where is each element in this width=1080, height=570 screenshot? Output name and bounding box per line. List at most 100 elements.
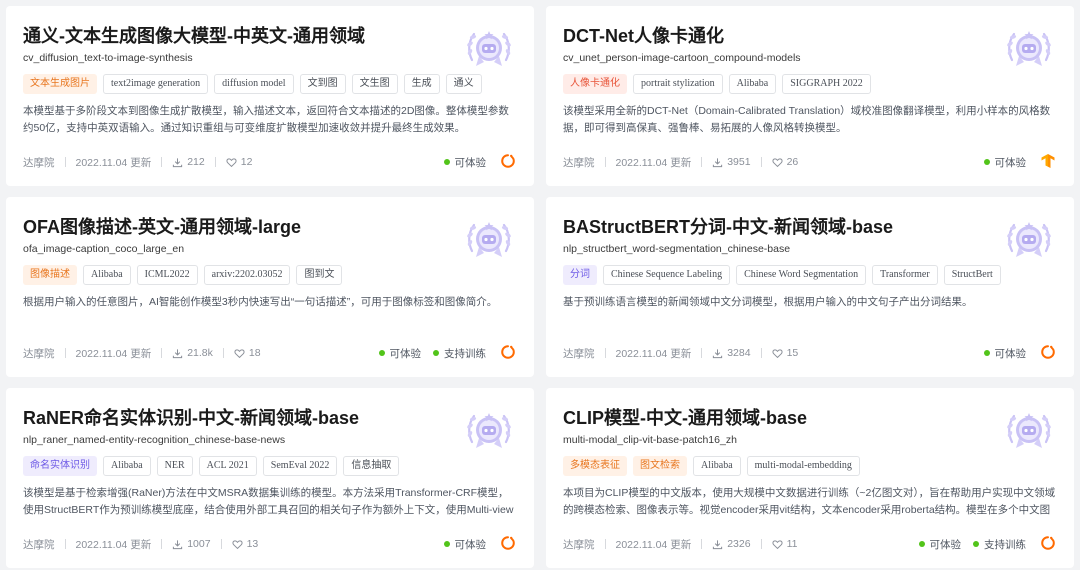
category-tag[interactable]: 命名实体识别 bbox=[23, 456, 97, 476]
tag[interactable]: NER bbox=[156, 456, 193, 476]
tag[interactable]: Alibaba bbox=[728, 74, 777, 94]
status-list: 可体验 bbox=[972, 346, 1027, 361]
tag[interactable]: 文到图 bbox=[299, 74, 346, 94]
model-card[interactable]: BAStructBERT分词-中文-新闻领域-base nlp_structbe… bbox=[546, 197, 1074, 377]
model-card[interactable]: RaNER命名实体识别-中文-新闻领域-base nlp_raner_named… bbox=[6, 388, 534, 568]
tag[interactable]: 图到文 bbox=[296, 265, 343, 285]
provider bbox=[486, 535, 516, 554]
model-description: 该模型采用全新的DCT-Net（Domain-Calibrated Transl… bbox=[563, 105, 1051, 134]
tag[interactable]: 生成 bbox=[403, 74, 440, 94]
tag[interactable]: portrait stylization bbox=[633, 74, 723, 94]
heart-icon bbox=[226, 157, 237, 167]
tag[interactable]: SIGGRAPH 2022 bbox=[782, 74, 871, 94]
status-label: 可体验 bbox=[994, 156, 1027, 169]
model-title[interactable]: CLIP模型-中文-通用领域-base bbox=[563, 406, 983, 430]
divider bbox=[760, 539, 762, 549]
model-card[interactable]: DCT-Net人像卡通化 cv_unet_person-image-cartoo… bbox=[546, 6, 1074, 186]
download-icon bbox=[173, 539, 183, 549]
tag[interactable]: 信息抽取 bbox=[343, 456, 400, 476]
model-title[interactable]: DCT-Net人像卡通化 bbox=[563, 24, 983, 48]
tag[interactable]: StructBert bbox=[943, 265, 1001, 285]
download-count: 212 bbox=[172, 156, 205, 168]
like-count[interactable]: 26 bbox=[771, 156, 798, 168]
download-count: 2326 bbox=[712, 538, 751, 550]
model-title[interactable]: OFA图像描述-英文-通用领域-large bbox=[23, 215, 443, 239]
model-card[interactable]: 通义-文本生成图像大模型-中英文-通用领域 cv_diffusion_text-… bbox=[6, 6, 534, 186]
category-tag[interactable]: 多模态表征 bbox=[563, 456, 627, 476]
tag-list: 图像描述 Alibaba ICML2022 arxiv:2202.03052 图到文 bbox=[23, 265, 516, 285]
tag[interactable]: multi-modal-embedding bbox=[746, 456, 860, 476]
model-description: 本项目为CLIP模型的中文版本，使用大规模中文数据进行训练（~2亿图文对），旨在… bbox=[563, 487, 1056, 516]
tag[interactable]: diffusion model bbox=[214, 74, 294, 94]
model-title[interactable]: RaNER命名实体识别-中文-新闻领域-base bbox=[23, 406, 443, 430]
status-list: 可体验 支持训练 bbox=[367, 346, 486, 361]
status-indicator: 可体验 bbox=[918, 537, 961, 552]
like-count[interactable]: 11 bbox=[771, 538, 797, 550]
model-card[interactable]: OFA图像描述-英文-通用领域-large ofa_image-caption_… bbox=[6, 197, 534, 377]
model-description: 基于预训练语言模型的新闻领域中文分词模型，根据用户输入的中文句子产出分词结果。 bbox=[563, 296, 973, 308]
tag[interactable]: arxiv:2202.03052 bbox=[203, 265, 291, 285]
tag[interactable]: 文生图 bbox=[351, 74, 398, 94]
tag[interactable]: Chinese Sequence Labeling bbox=[603, 265, 731, 285]
provider bbox=[1026, 153, 1056, 172]
status-dot bbox=[378, 350, 385, 356]
category-tag[interactable]: 人像卡通化 bbox=[563, 74, 627, 94]
tag[interactable]: Alibaba bbox=[693, 456, 741, 476]
tag-list: 命名实体识别 Alibaba NER ACL 2021 SemEval 2022 信息抽取 bbox=[23, 456, 516, 476]
category-tag[interactable]: 图像描述 bbox=[23, 265, 77, 285]
status-dot bbox=[443, 159, 450, 165]
tag[interactable]: Chinese Word Segmentation bbox=[736, 265, 867, 285]
model-description: 该模型是基于检索增强(RaNer)方法在中文MSRA数据集训练的模型。本方法采用… bbox=[23, 487, 514, 516]
divider bbox=[701, 539, 703, 549]
heart-icon bbox=[771, 348, 783, 358]
tag[interactable]: ICML2022 bbox=[136, 265, 198, 285]
model-id: nlp_structbert_word-segmentation_chinese… bbox=[563, 243, 791, 255]
updated-date: 2022.11.04 更新 bbox=[615, 538, 692, 551]
download-count: 1007 bbox=[172, 538, 211, 550]
status-list: 可体验 bbox=[432, 155, 486, 170]
download-icon bbox=[713, 348, 723, 358]
divider bbox=[214, 157, 216, 167]
model-title[interactable]: BAStructBERT分词-中文-新闻领域-base bbox=[563, 215, 983, 239]
tag[interactable]: ACL 2021 bbox=[198, 456, 257, 476]
org-label: 达摩院 bbox=[563, 156, 595, 169]
tag[interactable]: Alibaba bbox=[83, 265, 131, 285]
card-footer: 达摩院 2022.11.04 更新 212 12 可体验 bbox=[23, 153, 516, 170]
divider bbox=[604, 157, 606, 167]
model-id: cv_diffusion_text-to-image-synthesis bbox=[23, 52, 193, 64]
status-label: 可体验 bbox=[454, 538, 487, 551]
model-title[interactable]: 通义-文本生成图像大模型-中英文-通用领域 bbox=[23, 24, 443, 48]
model-description: 根据用户输入的任意图片，AI智能创作模型3秒内快速写出“一句话描述”，可用于图像… bbox=[23, 296, 498, 308]
tag[interactable]: text2image generation bbox=[103, 74, 209, 94]
card-footer: 达摩院 2022.11.04 更新 2326 11 可体验 支持训练 bbox=[563, 535, 1056, 552]
category-tag[interactable]: 图文检索 bbox=[633, 456, 687, 476]
heart-icon bbox=[231, 539, 243, 549]
model-card[interactable]: CLIP模型-中文-通用领域-base multi-modal_clip-vit… bbox=[546, 388, 1074, 568]
heart-icon bbox=[234, 348, 245, 358]
divider bbox=[161, 348, 163, 358]
tag[interactable]: Transformer bbox=[872, 265, 938, 285]
download-icon bbox=[173, 157, 183, 167]
download-icon bbox=[713, 157, 723, 167]
category-tag[interactable]: 文本生成图片 bbox=[23, 74, 97, 94]
status-dot bbox=[433, 350, 439, 356]
divider bbox=[64, 539, 66, 549]
updated-date: 2022.11.04 更新 bbox=[75, 347, 152, 360]
status-list: 可体验 支持训练 bbox=[907, 537, 1026, 552]
download-count: 3951 bbox=[712, 156, 751, 168]
category-tag[interactable]: 分词 bbox=[563, 265, 597, 285]
tag[interactable]: 通义 bbox=[445, 74, 482, 94]
tag[interactable]: Alibaba bbox=[103, 456, 151, 476]
tag[interactable]: SemEval 2022 bbox=[262, 456, 338, 476]
card-footer: 达摩院 2022.11.04 更新 1007 13 可体验 bbox=[23, 535, 516, 554]
laurel-robot-badge-icon bbox=[467, 413, 511, 448]
like-count[interactable]: 12 bbox=[226, 156, 252, 168]
like-count[interactable]: 15 bbox=[771, 347, 798, 359]
status-label: 可体验 bbox=[994, 347, 1027, 360]
like-count[interactable]: 13 bbox=[231, 538, 258, 550]
updated-date: 2022.11.04 更新 bbox=[615, 156, 692, 169]
divider bbox=[161, 157, 163, 167]
status-dot bbox=[983, 350, 990, 356]
like-count[interactable]: 18 bbox=[234, 347, 261, 359]
tag-list: 分词 Chinese Sequence Labeling Chinese Word … bbox=[563, 265, 1056, 285]
